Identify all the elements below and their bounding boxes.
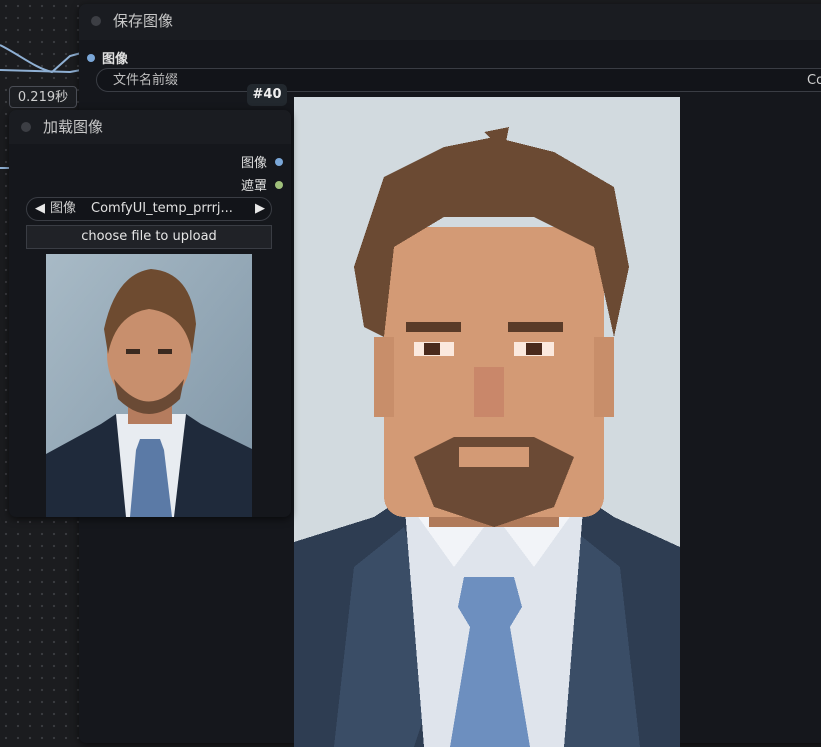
image-output-slot[interactable]: 图像 (241, 152, 283, 171)
image-output-label: 图像 (240, 156, 267, 171)
left-arrow-icon[interactable]: ◀ (35, 198, 45, 220)
load-image-title-text: 加载图像 (43, 118, 104, 136)
mask-output-slot[interactable]: 遮罩 (241, 175, 283, 194)
input-image-preview (46, 254, 252, 517)
load-image-node[interactable]: 加载图像 图像 遮罩 ◀ 图像 ComfyUI_temp_prrrj... ▶ … (9, 110, 291, 517)
image-select-combo[interactable]: ◀ 图像 ComfyUI_temp_prrrj... ▶ (26, 197, 272, 221)
output-dot-icon[interactable] (275, 181, 283, 189)
image-input-slot[interactable]: 图像 (87, 48, 128, 67)
image-combo-label: 图像 (50, 201, 77, 216)
image-combo-value: ComfyUI_temp_prrrj... (91, 201, 233, 216)
collapse-dot-icon[interactable] (21, 122, 31, 132)
output-image-preview (294, 97, 680, 747)
mask-output-label: 遮罩 (240, 179, 267, 194)
save-image-title-text: 保存图像 (113, 12, 174, 30)
filename-prefix-field[interactable]: 文件名前缀 Co (96, 68, 821, 92)
right-arrow-icon[interactable]: ▶ (255, 198, 265, 220)
collapse-dot-icon[interactable] (91, 16, 101, 26)
upload-button[interactable]: choose file to upload (26, 225, 272, 249)
execution-time-badge: 0.219秒 (9, 86, 77, 108)
input-dot-icon[interactable] (87, 54, 95, 62)
output-dot-icon[interactable] (275, 158, 283, 166)
save-image-node-title[interactable]: 保存图像 (79, 4, 821, 40)
image-input-label: 图像 (102, 52, 129, 67)
filename-prefix-value: Co (807, 73, 821, 88)
filename-prefix-label: 文件名前缀 (113, 73, 179, 88)
node-id-badge: #40 (247, 84, 287, 106)
load-image-node-title[interactable]: 加载图像 (9, 110, 291, 144)
